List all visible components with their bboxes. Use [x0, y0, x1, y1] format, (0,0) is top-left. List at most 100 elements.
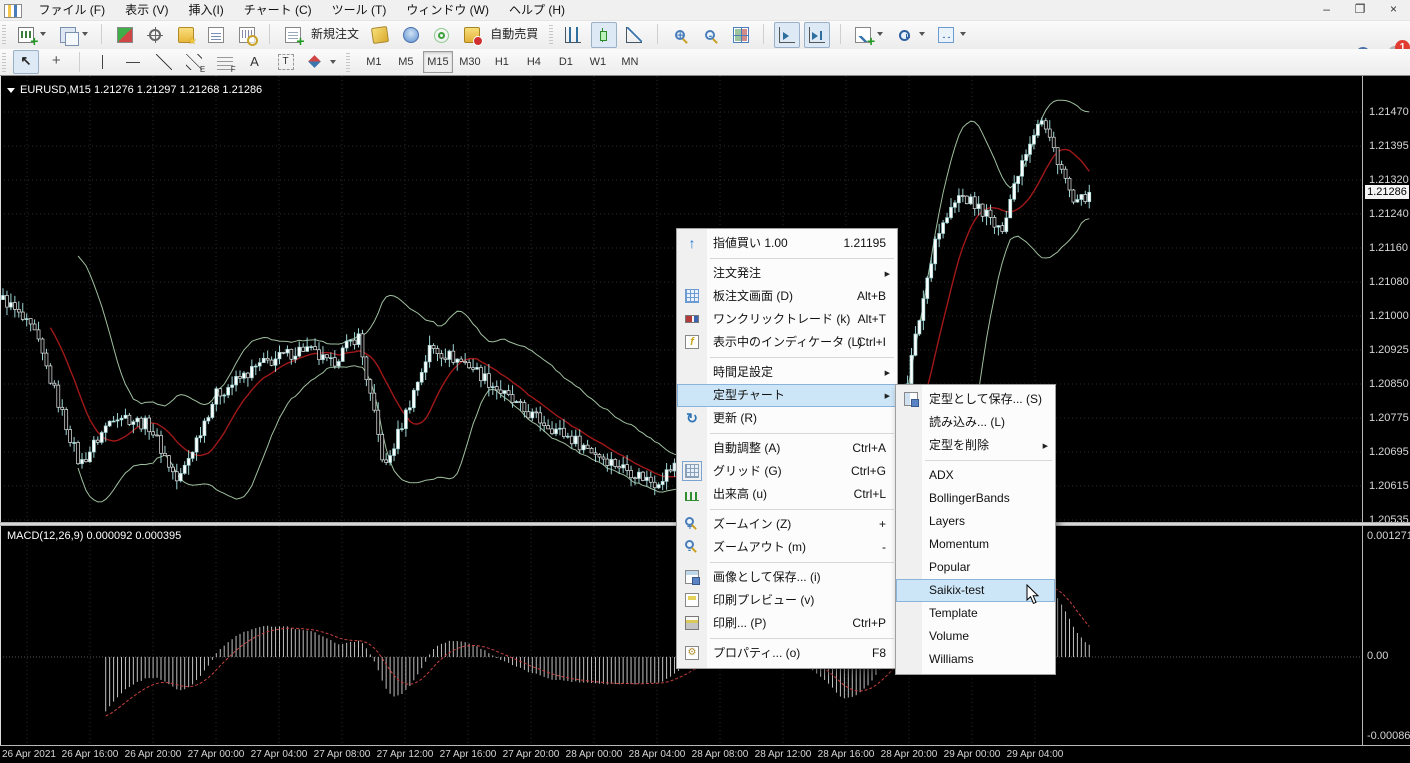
menubar-item[interactable]: 表示 (V) [115, 0, 178, 20]
timeframe-button[interactable]: H1 [487, 51, 517, 73]
context-menu-item[interactable]: 板注文画面 (D)Alt+B [677, 285, 897, 308]
price-axis[interactable]: 1.214701.213951.213201.212401.211601.210… [1362, 76, 1410, 522]
context-menu-item[interactable]: 出来高 (u)Ctrl+L [677, 483, 897, 506]
context-menu-item[interactable]: 自動調整 (A)Ctrl+A [677, 437, 897, 460]
macd-axis[interactable]: 0.001271 0.00 -0.000869 [1362, 526, 1410, 745]
timeframe-button[interactable]: W1 [583, 51, 613, 73]
shapes-tool-button[interactable] [303, 50, 329, 74]
toolbar-separator [101, 24, 102, 44]
indicators-button[interactable] [850, 22, 876, 48]
toolbar-grip[interactable] [549, 24, 553, 44]
text-tool-button[interactable] [242, 50, 268, 74]
toolbar-grip[interactable] [346, 52, 350, 72]
timeframe-button[interactable]: MN [615, 51, 645, 73]
fibonacci-tool-button[interactable] [212, 50, 238, 74]
submenu-item[interactable]: BollingerBands [896, 487, 1055, 510]
toolbar-grip[interactable] [2, 24, 6, 44]
menubar-item[interactable]: ツール (T) [322, 0, 397, 20]
submenu-item[interactable]: 定型として保存... (S) [896, 388, 1055, 411]
line-chart-button[interactable] [621, 22, 647, 48]
signals-button[interactable] [428, 22, 454, 48]
crosshair-tool-button[interactable] [44, 50, 70, 74]
timeframe-button[interactable]: M5 [391, 51, 421, 73]
context-menu-item[interactable]: ズームイン (Z)+ [677, 513, 897, 536]
metaeditor-button[interactable] [367, 22, 393, 48]
market-watch-button[interactable] [112, 22, 138, 48]
context-menu-item[interactable]: 印刷... (P)Ctrl+P [677, 612, 897, 635]
context-menu-item[interactable]: 注文発注 [677, 262, 897, 285]
templates-button[interactable] [933, 22, 959, 48]
context-menu-item[interactable]: 更新 (R) [677, 407, 897, 430]
toolbar-grip[interactable] [2, 52, 6, 72]
zoom-in-button[interactable] [667, 22, 693, 48]
context-menu-item[interactable]: プロパティ... (o)F8 [677, 642, 897, 665]
context-menu-item[interactable]: ワンクリックトレード (k)Alt+T [677, 308, 897, 331]
menubar-item[interactable]: チャート (C) [234, 0, 322, 20]
context-menu-item[interactable]: ズームアウト (m)- [677, 536, 897, 559]
restore-button[interactable]: ❐ [1346, 1, 1375, 20]
context-menu-item[interactable]: 定型チャート [677, 384, 897, 407]
auto-trading-label[interactable]: 自動売買 [490, 22, 538, 46]
community-button[interactable] [398, 22, 424, 48]
zoom-out-button[interactable] [697, 22, 723, 48]
chart-shift-button[interactable] [804, 22, 830, 48]
context-menu-item[interactable]: 指値買い 1.001.21195 [677, 232, 897, 255]
indicators-dropdown-caret[interactable] [877, 32, 883, 36]
navigator-button[interactable] [173, 22, 199, 48]
timeframe-button[interactable]: M15 [423, 51, 453, 73]
context-menu-item[interactable]: 印刷プレビュー (v) [677, 589, 897, 612]
submenu-item[interactable]: Momentum [896, 533, 1055, 556]
context-menu-item[interactable]: 画像として保存... (i) [677, 566, 897, 589]
profiles-dropdown-caret[interactable] [82, 32, 88, 36]
timeframe-button[interactable]: M30 [455, 51, 485, 73]
submenu-item[interactable]: Volume [896, 625, 1055, 648]
close-button[interactable]: × [1379, 1, 1408, 20]
menubar-item[interactable]: ファイル (F) [28, 0, 115, 20]
bar-chart-button[interactable] [560, 22, 586, 48]
submenu-item[interactable]: 読み込み... (L) [896, 411, 1055, 434]
timeframe-button[interactable]: M1 [359, 51, 389, 73]
menubar-item[interactable]: 挿入(I) [178, 0, 233, 20]
channel-tool-button[interactable] [181, 50, 207, 74]
new-chart-dropdown-caret[interactable] [40, 32, 46, 36]
timeframe-button[interactable]: H4 [519, 51, 549, 73]
submenu-item[interactable]: Layers [896, 510, 1055, 533]
menubar-item[interactable]: ウィンドウ (W) [396, 0, 499, 20]
menu-item-icon [904, 652, 918, 666]
menu-item-label: BollingerBands [929, 491, 1010, 505]
shapes-dropdown-caret[interactable] [330, 60, 336, 64]
profiles-button[interactable] [55, 22, 81, 48]
submenu-item[interactable]: Popular [896, 556, 1055, 579]
new-chart-button[interactable] [13, 22, 39, 48]
tile-windows-button[interactable] [728, 22, 754, 48]
data-window-button[interactable] [142, 22, 168, 48]
new-order-label[interactable]: 新規注文 [311, 22, 359, 46]
submenu-item[interactable]: Template [896, 602, 1055, 625]
time-axis[interactable]: 26 Apr 202126 Apr 16:0026 Apr 20:0027 Ap… [0, 745, 1410, 763]
templates-dropdown-caret[interactable] [960, 32, 966, 36]
timeframe-button[interactable]: D1 [551, 51, 581, 73]
terminal-button[interactable] [203, 22, 229, 48]
periods-dropdown-caret[interactable] [919, 32, 925, 36]
context-menu-item[interactable]: グリッド (G)Ctrl+G [677, 460, 897, 483]
minimize-button[interactable]: – [1312, 1, 1341, 20]
trendline-tool-button[interactable] [151, 50, 177, 74]
context-menu-item[interactable]: 時間足設定 [677, 361, 897, 384]
periods-button[interactable] [892, 22, 918, 48]
strategy-tester-button[interactable] [234, 22, 260, 48]
menu-item-icon [685, 616, 699, 630]
submenu-item[interactable]: 定型を削除 [896, 434, 1055, 457]
new-order-button[interactable] [280, 22, 306, 48]
candlestick-chart-button[interactable] [591, 22, 617, 48]
vertical-line-tool-button[interactable] [90, 50, 116, 74]
auto-trading-button[interactable] [459, 22, 485, 48]
context-menu-item[interactable]: 表示中のインディケータ (L)Ctrl+I [677, 331, 897, 354]
text-label-tool-button[interactable] [273, 50, 299, 74]
chevron-down-icon[interactable] [7, 88, 15, 93]
submenu-item[interactable]: Williams [896, 648, 1055, 671]
submenu-item[interactable]: ADX [896, 464, 1055, 487]
menubar-item[interactable]: ヘルプ (H) [499, 0, 575, 20]
auto-scroll-button[interactable] [774, 22, 800, 48]
horizontal-line-tool-button[interactable] [120, 50, 146, 74]
cursor-tool-button[interactable] [13, 50, 39, 74]
